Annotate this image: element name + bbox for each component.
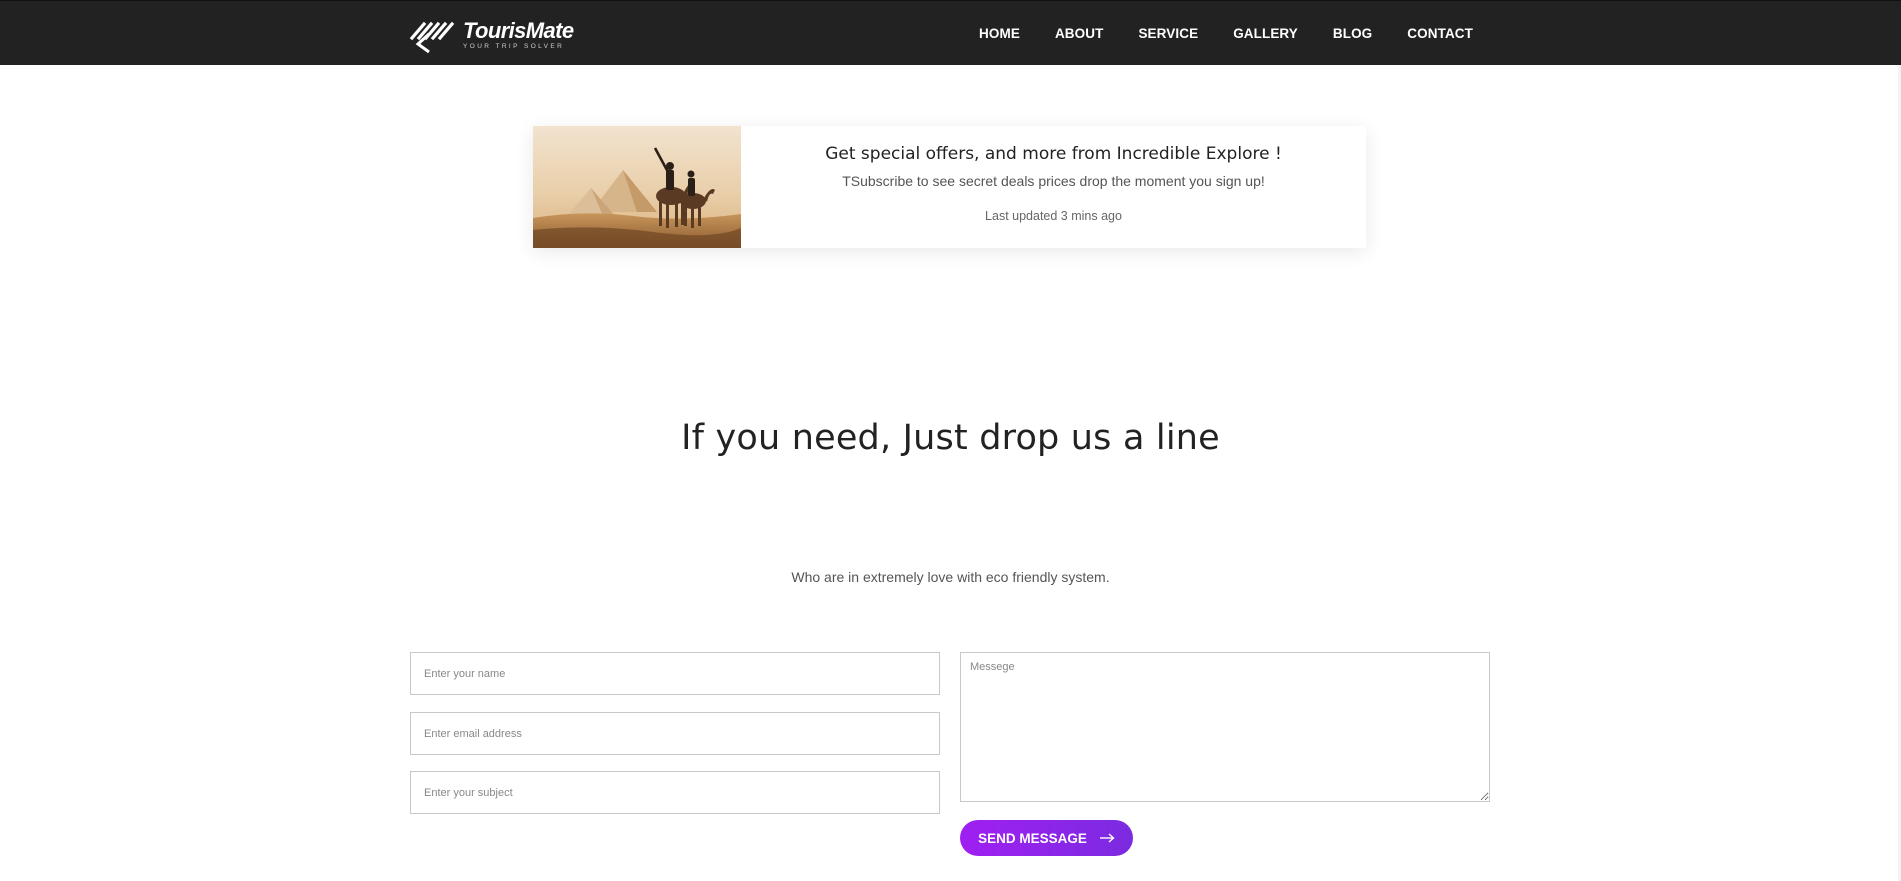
main-nav: HOME ABOUT SERVICE GALLERY BLOG CONTACT [944, 1, 1473, 66]
contact-subtitle: Who are in extremely love with eco frien… [791, 569, 1110, 585]
brand-logo[interactable]: TourisMate YOUR TRIP SOLVER [409, 16, 574, 54]
offer-subtitle: TSubscribe to see secret deals prices dr… [842, 173, 1265, 189]
subject-field[interactable] [410, 771, 940, 814]
arrow-right-icon [1099, 833, 1115, 843]
message-field[interactable] [960, 652, 1490, 802]
offer-title: Get special offers, and more from Incred… [825, 144, 1282, 164]
send-message-label: SEND MESSAGE [978, 830, 1087, 846]
nav-gallery[interactable]: GALLERY [1233, 26, 1298, 41]
site-header: TourisMate YOUR TRIP SOLVER HOME ABOUT S… [0, 0, 1901, 65]
nav-blog[interactable]: BLOG [1333, 26, 1372, 41]
email-field[interactable] [410, 712, 940, 755]
stripes-arrow-icon [409, 21, 455, 54]
brand-name: TourisMate [463, 17, 574, 43]
offer-body: Get special offers, and more from Incred… [741, 126, 1366, 248]
brand-tagline: YOUR TRIP SOLVER [463, 42, 565, 50]
nav-contact[interactable]: CONTACT [1407, 26, 1473, 41]
nav-home[interactable]: HOME [979, 26, 1020, 41]
nav-service[interactable]: SERVICE [1138, 26, 1198, 41]
offer-updated-time: Last updated 3 mins ago [985, 209, 1122, 223]
contact-title: If you need, Just drop us a line [681, 418, 1220, 458]
nav-about[interactable]: ABOUT [1055, 26, 1104, 41]
name-field[interactable] [410, 652, 940, 695]
offer-card: Get special offers, and more from Incred… [533, 126, 1366, 248]
send-message-button[interactable]: SEND MESSAGE [960, 820, 1133, 856]
pyramids-camel-riders-photo [533, 126, 741, 248]
